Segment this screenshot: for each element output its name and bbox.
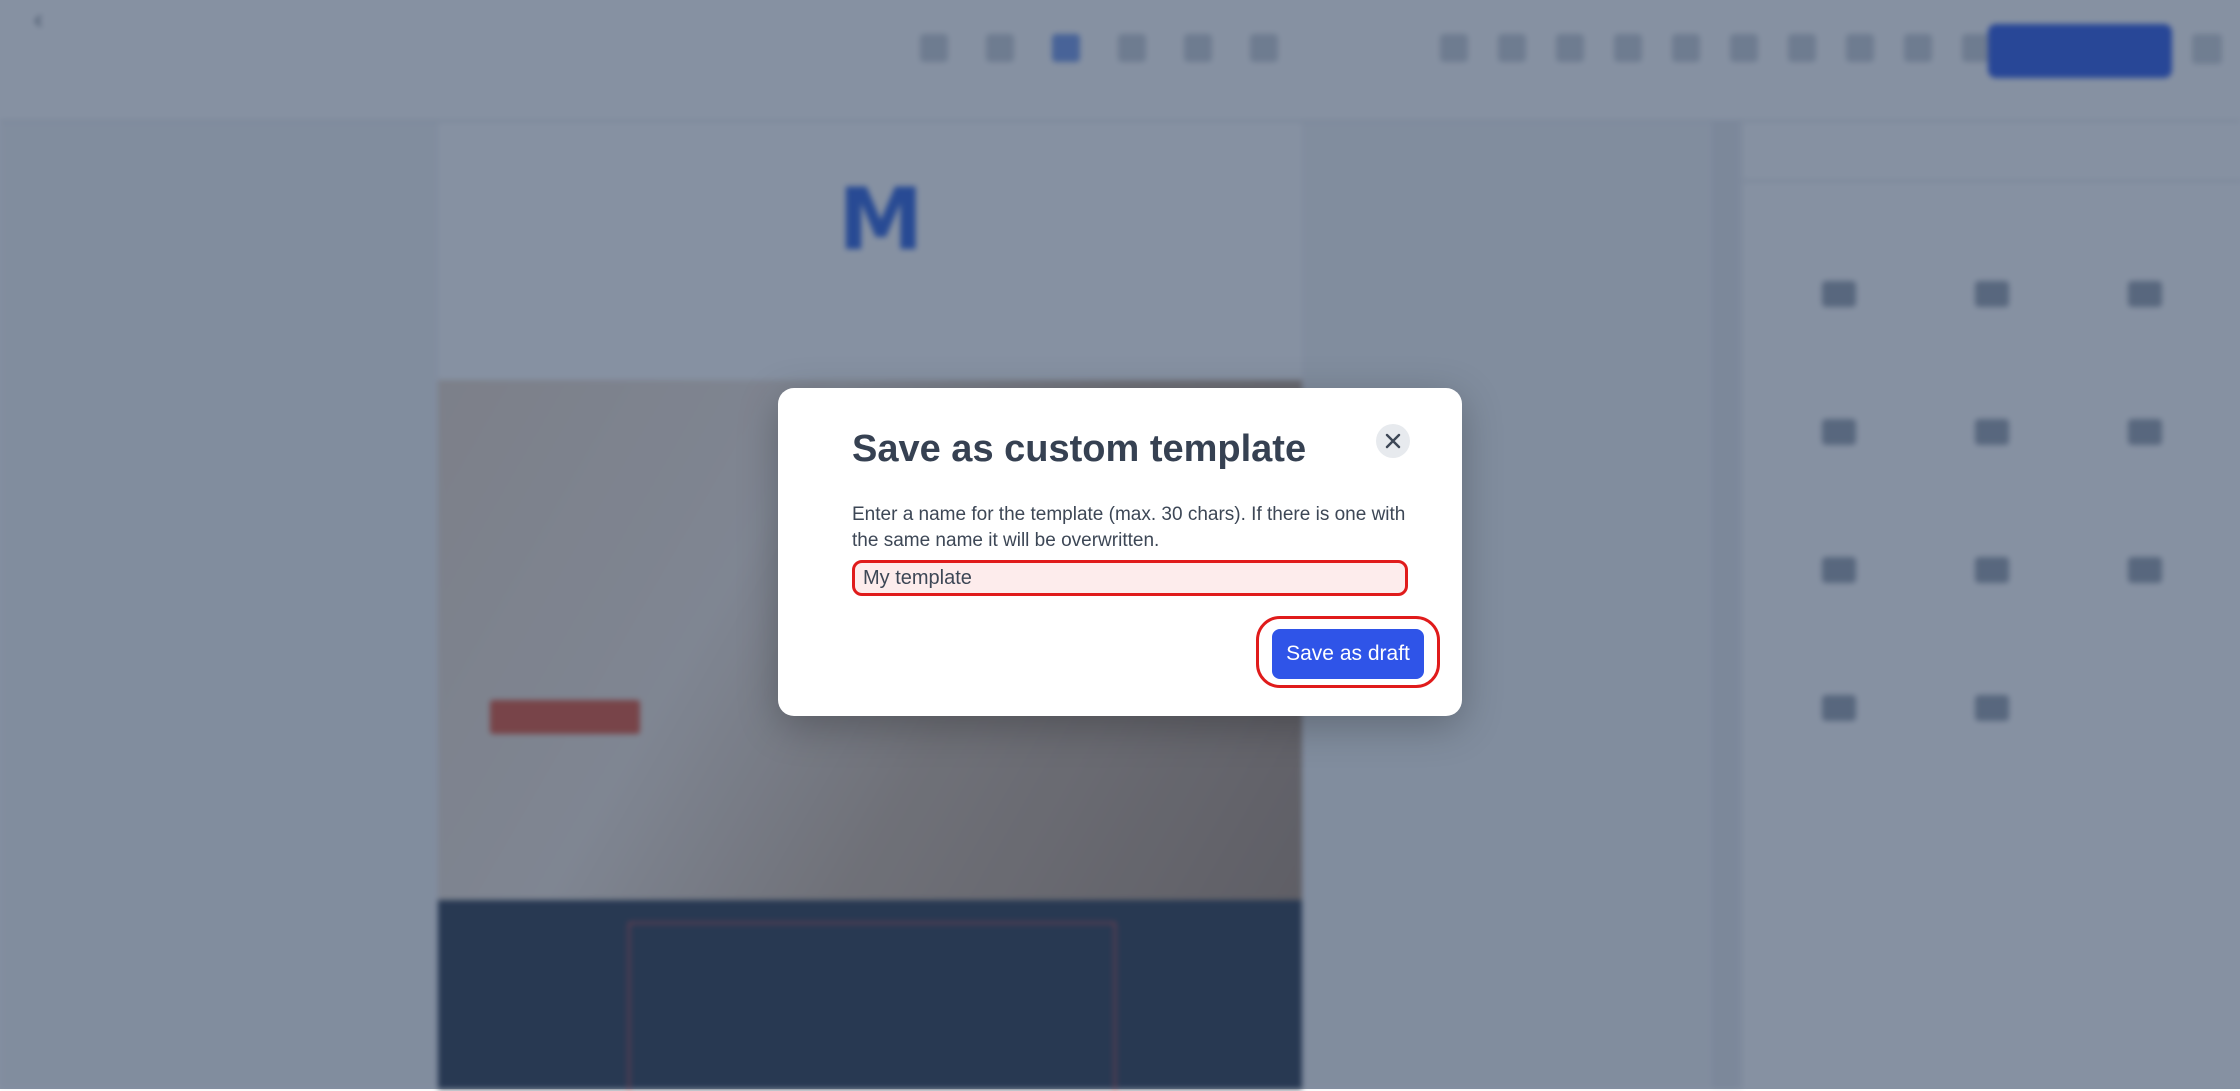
dialog-title: Save as custom template — [852, 428, 1307, 470]
save-template-dialog: Save as custom template Enter a name for… — [778, 388, 1462, 716]
dialog-description: Enter a name for the template (max. 30 c… — [852, 504, 1406, 551]
save-as-draft-button[interactable]: Save as draft — [1272, 629, 1424, 679]
template-name-input[interactable] — [852, 560, 1408, 596]
close-button[interactable] — [1376, 424, 1410, 458]
close-icon — [1385, 433, 1401, 449]
